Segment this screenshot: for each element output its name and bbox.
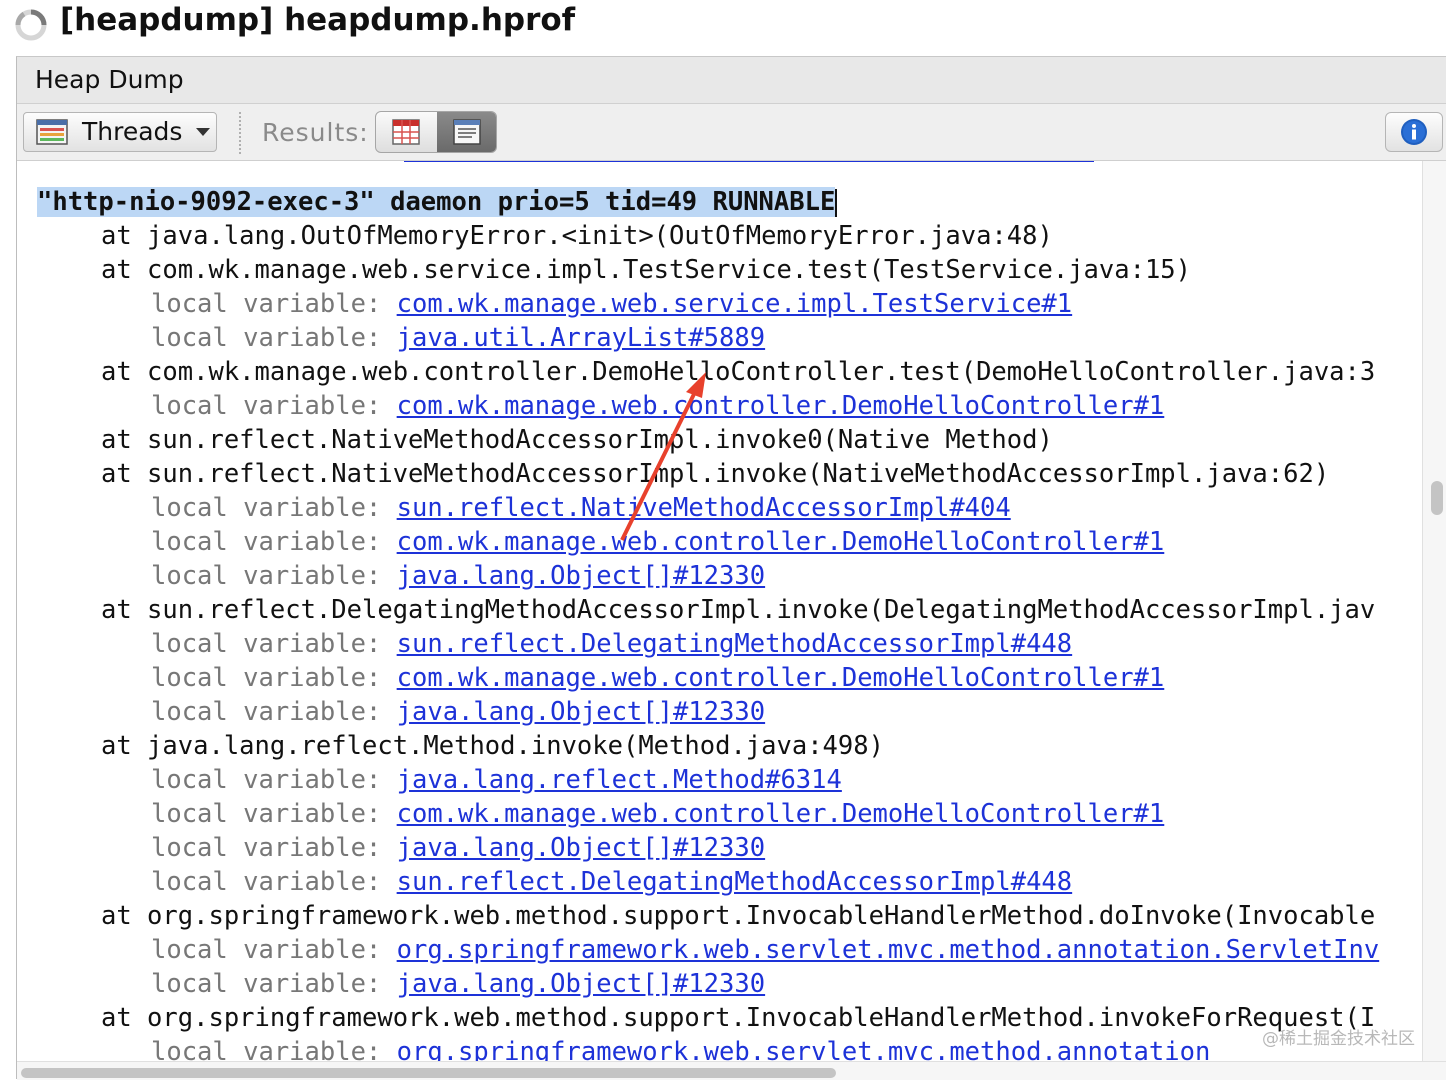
object-link[interactable]: sun.reflect.DelegatingMethodAccessorImpl…: [397, 629, 1073, 659]
local-variable-label: local variable:: [151, 289, 397, 319]
local-variable-line: local variable: com.wk.manage.web.contro…: [37, 525, 1379, 559]
loading-spinner-icon: [15, 9, 47, 41]
object-link[interactable]: com.wk.manage.web.controller.DemoHelloCo…: [397, 527, 1165, 557]
stack-trace-text: "http-nio-9092-exec-3" daemon prio=5 tid…: [37, 161, 1379, 1061]
local-variable-label: local variable:: [151, 935, 397, 965]
vertical-scroll-thumb[interactable]: [1431, 481, 1443, 515]
window-titlebar: [heapdump] heapdump.hprof: [0, 0, 1446, 52]
stack-frame-line: at sun.reflect.DelegatingMethodAccessorI…: [101, 595, 1376, 625]
local-variable-label: local variable:: [151, 629, 397, 659]
info-button[interactable]: [1385, 112, 1443, 152]
object-link[interactable]: com.wk.manage.web.controller.DemoHelloCo…: [397, 391, 1165, 421]
text-lines-icon: [453, 119, 481, 145]
local-variable-label: local variable:: [151, 493, 397, 523]
stack-frame-line: at com.wk.manage.web.controller.DemoHell…: [101, 357, 1376, 387]
editor-frame: Heap Dump Threads Results: "http-nio-909…: [16, 56, 1446, 1080]
object-link[interactable]: java.util.ArrayList#5889: [397, 323, 765, 353]
tab-heap-dump[interactable]: Heap Dump: [35, 65, 184, 94]
object-link[interactable]: java.lang.reflect.Method#6314: [397, 765, 842, 795]
chevron-down-icon: [196, 128, 210, 136]
thread-header-text: "http-nio-9092-exec-3" daemon prio=5 tid…: [37, 187, 836, 217]
stack-frame-line: at java.lang.reflect.Method.invoke(Metho…: [101, 731, 884, 761]
horizontal-scroll-thumb[interactable]: [21, 1068, 836, 1078]
object-link[interactable]: java.lang.Object[]#12330: [397, 561, 765, 591]
stack-frame-line: at java.lang.OutOfMemoryError.<init>(Out…: [101, 221, 1053, 251]
local-variable-line: local variable: java.lang.reflect.Method…: [37, 763, 1379, 797]
results-table-button[interactable]: [376, 112, 437, 152]
local-variable-line: local variable: com.wk.manage.web.contro…: [37, 661, 1379, 695]
local-variable-line: local variable: sun.reflect.DelegatingMe…: [37, 627, 1379, 661]
object-link[interactable]: com.wk.manage.web.controller.DemoHelloCo…: [397, 799, 1165, 829]
table-grid-icon: [392, 119, 420, 145]
local-variable-line: local variable: sun.reflect.DelegatingMe…: [37, 865, 1379, 899]
object-link[interactable]: java.lang.Object[]#12330: [397, 969, 765, 999]
local-variable-label: local variable:: [151, 799, 397, 829]
stack-frame-line: at org.springframework.web.method.suppor…: [101, 901, 1376, 931]
tab-bar: Heap Dump: [17, 57, 1446, 104]
local-variable-label: local variable:: [151, 969, 397, 999]
local-variable-label: local variable:: [151, 697, 397, 727]
stack-frame-line: at sun.reflect.NativeMethodAccessorImpl.…: [101, 459, 1330, 489]
local-variable-line: local variable: sun.reflect.NativeMethod…: [37, 491, 1379, 525]
object-link[interactable]: java.lang.Object[]#12330: [397, 697, 765, 727]
text-caret: [835, 189, 838, 217]
local-variable-line: local variable: com.wk.manage.web.servic…: [37, 287, 1379, 321]
local-variable-label: local variable:: [151, 833, 397, 863]
thread-header: "http-nio-9092-exec-3" daemon prio=5 tid…: [37, 185, 1379, 219]
local-variable-label: local variable:: [151, 867, 397, 897]
local-variable-line: local variable: org.springframework.web.…: [37, 933, 1379, 967]
local-variable-label: local variable:: [151, 527, 397, 557]
results-label: Results:: [262, 118, 369, 147]
window-title: [heapdump] heapdump.hprof: [60, 2, 576, 38]
local-variable-line: local variable: com.wk.manage.web.contro…: [37, 797, 1379, 831]
local-variable-line: local variable: java.lang.Object[]#12330: [37, 967, 1379, 1001]
info-icon: [1401, 119, 1427, 145]
local-variable-line: local variable: com.wk.manage.web.contro…: [37, 389, 1379, 423]
partial-object-link[interactable]: [404, 147, 1094, 162]
toolbar-separator: [239, 112, 241, 154]
view-select-dropdown[interactable]: Threads: [23, 112, 217, 152]
horizontal-scrollbar[interactable]: [17, 1061, 1446, 1080]
local-variable-line: local variable: java.lang.Object[]#12330: [37, 695, 1379, 729]
local-variable-label: local variable:: [151, 561, 397, 591]
local-variable-label: local variable:: [151, 1037, 397, 1061]
local-variable-line: local variable: org.springframework.web.…: [37, 1035, 1379, 1061]
local-variable-label: local variable:: [151, 765, 397, 795]
thread-stack-view[interactable]: "http-nio-9092-exec-3" daemon prio=5 tid…: [17, 161, 1422, 1061]
local-variable-line: local variable: java.util.ArrayList#5889: [37, 321, 1379, 355]
vertical-scrollbar[interactable]: [1422, 161, 1446, 1061]
object-link[interactable]: org.springframework.web.servlet.mvc.meth…: [397, 935, 1380, 965]
object-link[interactable]: sun.reflect.NativeMethodAccessorImpl#404: [397, 493, 1011, 523]
object-link[interactable]: com.wk.manage.web.service.impl.TestServi…: [397, 289, 1073, 319]
object-link[interactable]: sun.reflect.DelegatingMethodAccessorImpl…: [397, 867, 1073, 897]
results-text-button[interactable]: [437, 112, 496, 152]
local-variable-line: local variable: java.lang.Object[]#12330: [37, 559, 1379, 593]
stack-frame-line: at sun.reflect.NativeMethodAccessorImpl.…: [101, 425, 1053, 455]
watermark: @稀土掘金技术社区: [1262, 1029, 1415, 1049]
local-variable-label: local variable:: [151, 323, 397, 353]
view-select-label: Threads: [82, 117, 183, 146]
object-link[interactable]: java.lang.Object[]#12330: [397, 833, 765, 863]
stack-frame-line: at org.springframework.web.method.suppor…: [101, 1003, 1376, 1033]
local-variable-label: local variable:: [151, 663, 397, 693]
local-variable-label: local variable:: [151, 391, 397, 421]
object-link[interactable]: org.springframework.web.servlet.mvc.meth…: [397, 1037, 1211, 1061]
local-variable-line: local variable: java.lang.Object[]#12330: [37, 831, 1379, 865]
threads-view-icon: [36, 119, 68, 145]
object-link[interactable]: com.wk.manage.web.controller.DemoHelloCo…: [397, 663, 1165, 693]
stack-frame-line: at com.wk.manage.web.service.impl.TestSe…: [101, 255, 1192, 285]
